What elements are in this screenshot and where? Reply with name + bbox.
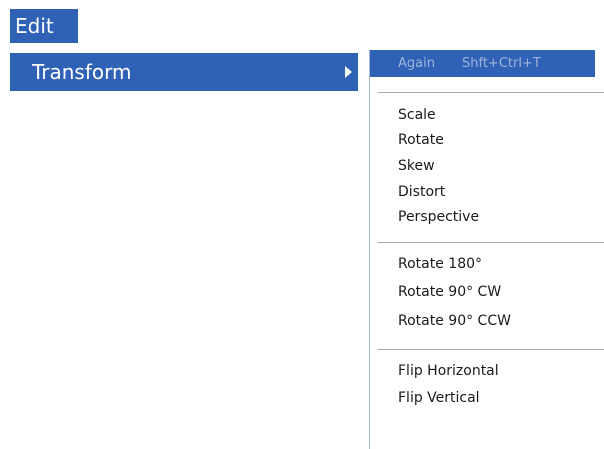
- distort-menu-item[interactable]: Distort: [398, 180, 445, 204]
- scale-menu-item[interactable]: Scale: [398, 103, 436, 127]
- transform-submenu: Again Shft+Ctrl+T Scale Rotate Skew Dist…: [369, 50, 604, 449]
- skew-menu-item[interactable]: Skew: [398, 154, 435, 178]
- rotate-180-menu-item[interactable]: Rotate 180°: [398, 252, 482, 276]
- transform-menu-item[interactable]: Transform: [10, 53, 358, 91]
- perspective-menu-item[interactable]: Perspective: [398, 205, 479, 229]
- menu-separator: [378, 349, 604, 351]
- photoshop-edit-menu: Edit Transform Again Shft+Ctrl+T Scale R…: [0, 0, 604, 449]
- transform-menu-label: Transform: [32, 60, 132, 84]
- menu-separator: [378, 242, 604, 244]
- rotate-90-cw-menu-item[interactable]: Rotate 90° CW: [398, 280, 501, 304]
- again-shortcut: Shft+Ctrl+T: [462, 56, 541, 71]
- flip-vertical-menu-item[interactable]: Flip Vertical: [398, 386, 480, 410]
- chevron-right-icon: [345, 66, 352, 78]
- rotate-90-ccw-menu-item[interactable]: Rotate 90° CCW: [398, 309, 511, 333]
- edit-menu-title[interactable]: Edit: [10, 9, 78, 43]
- flip-horizontal-menu-item[interactable]: Flip Horizontal: [398, 359, 499, 383]
- menu-separator: [378, 92, 604, 94]
- rotate-menu-item[interactable]: Rotate: [398, 128, 444, 152]
- again-label: Again: [398, 56, 435, 71]
- again-menu-item: Again Shft+Ctrl+T: [370, 50, 595, 77]
